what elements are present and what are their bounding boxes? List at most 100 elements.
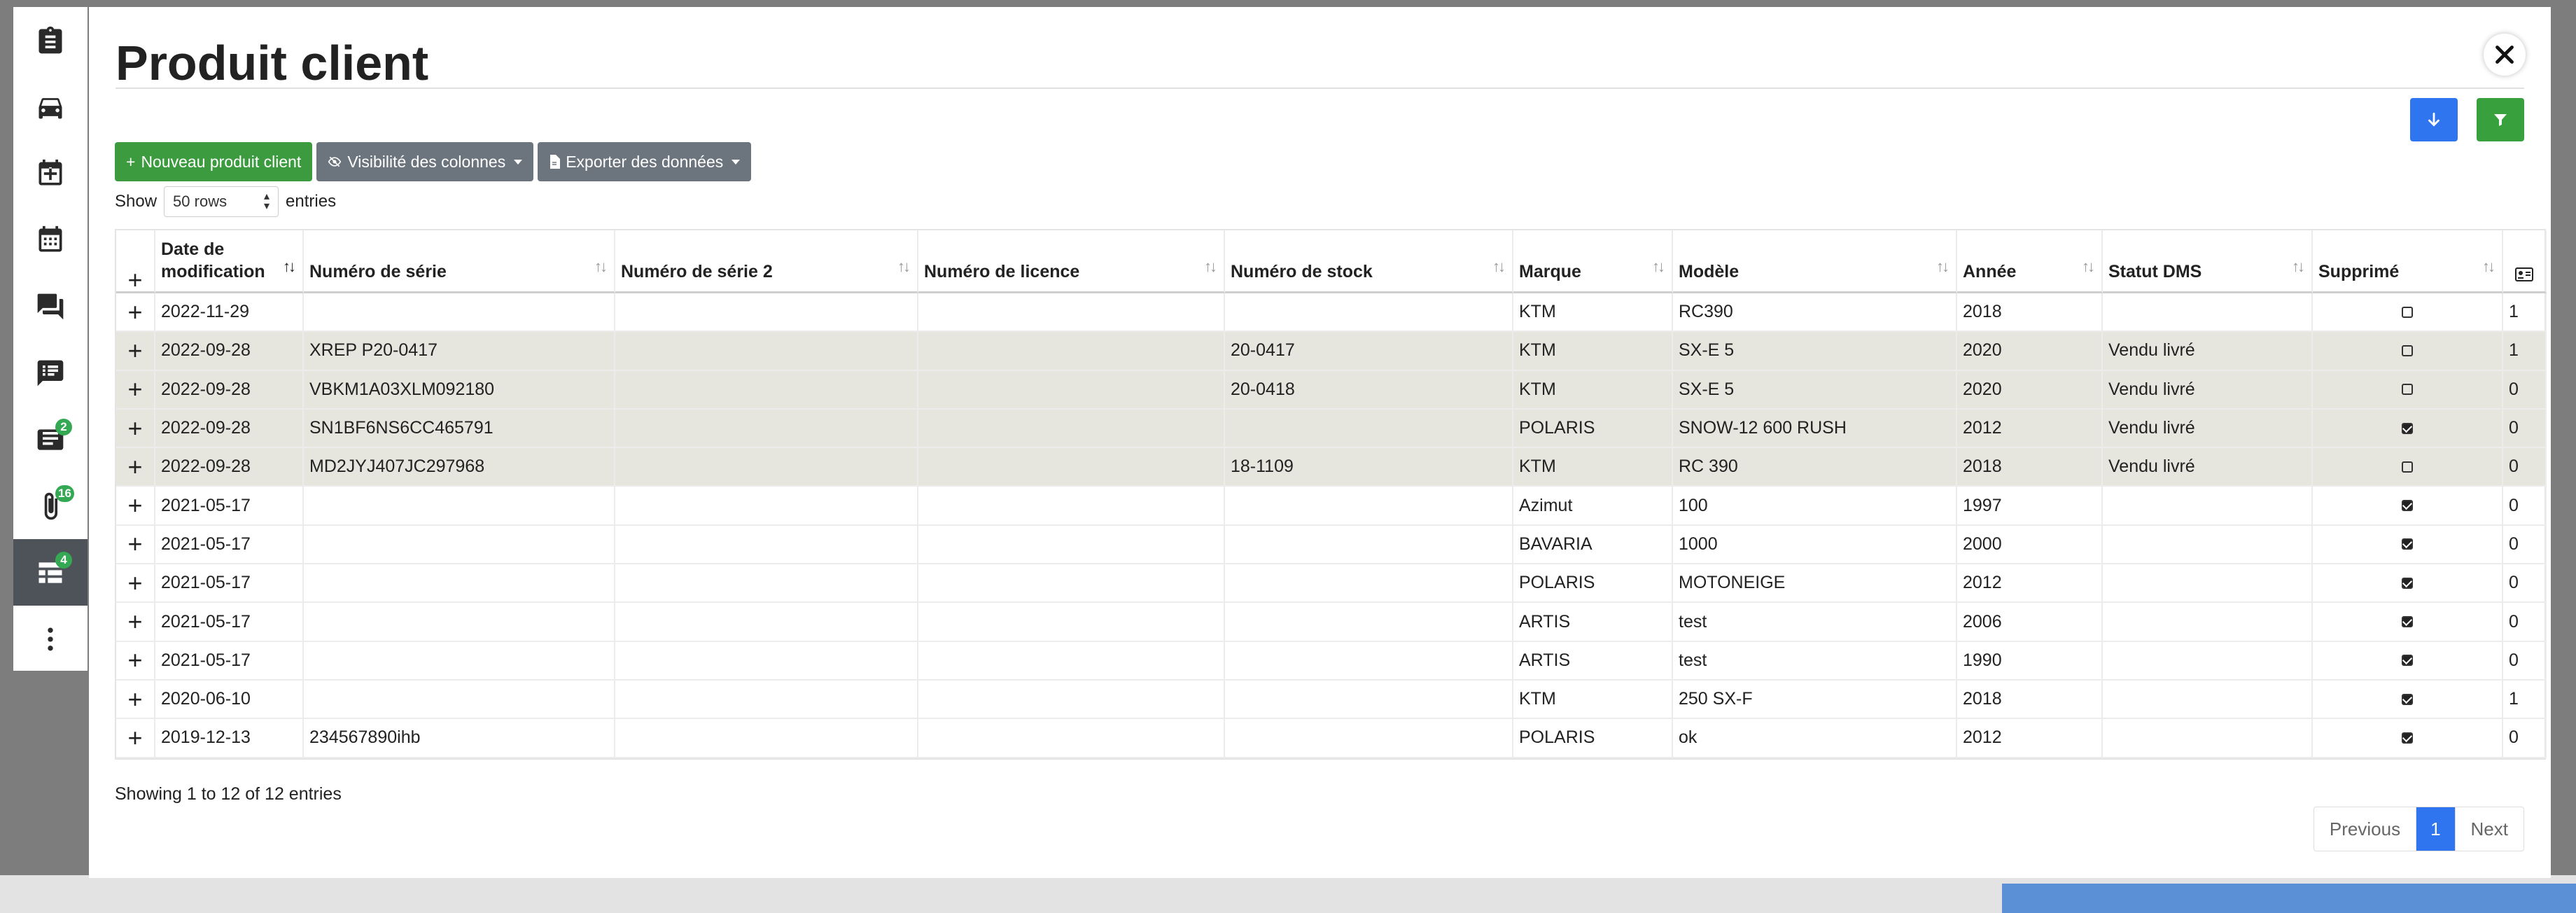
cell-serie2: [615, 332, 918, 371]
header-licence[interactable]: Numéro de licence ↑↓: [918, 230, 1225, 293]
cell-supprime: [2313, 564, 2503, 604]
table-badge: 4: [55, 552, 72, 569]
deleted-checkbox[interactable]: [2402, 655, 2413, 667]
filter-button[interactable]: [2477, 98, 2524, 141]
cell-annee: 1990: [1957, 641, 2103, 681]
expand-row-button[interactable]: +: [116, 641, 155, 681]
cell-modele: 250 SX-F: [1673, 680, 1957, 720]
deleted-checkbox[interactable]: [2402, 422, 2413, 434]
expand-row-button[interactable]: +: [116, 719, 155, 758]
expand-row-button[interactable]: +: [116, 525, 155, 565]
cell-serie: SN1BF6NS6CC465791: [304, 409, 615, 449]
header-stock[interactable]: Numéro de stock ↑↓: [1225, 230, 1513, 293]
cell-count: 0: [2503, 603, 2547, 642]
expand-all-header[interactable]: +: [116, 230, 155, 293]
header-date[interactable]: Date de modification ↑↓: [155, 230, 304, 293]
sidebar-item-chat[interactable]: [13, 273, 88, 340]
cell-modele: 100: [1673, 487, 1957, 526]
deleted-checkbox[interactable]: [2402, 577, 2413, 589]
sidebar-item-table[interactable]: 4: [13, 539, 88, 606]
cell-statut: [2103, 564, 2313, 604]
expand-row-button[interactable]: +: [116, 293, 155, 333]
file-export-icon: [550, 155, 561, 169]
cell-annee: 2012: [1957, 564, 2103, 604]
sort-icon: ↑↓: [1204, 258, 1217, 275]
deleted-checkbox[interactable]: [2402, 306, 2413, 318]
header-supprime[interactable]: Supprimé ↑↓: [2313, 230, 2503, 293]
header-modele[interactable]: Modèle ↑↓: [1673, 230, 1957, 293]
cell-annee: 1997: [1957, 487, 2103, 526]
header-card[interactable]: [2503, 230, 2547, 293]
page-button-current[interactable]: 1: [2416, 807, 2456, 851]
cell-date: 2019-12-13: [155, 719, 304, 758]
cell-marque: Azimut: [1513, 487, 1673, 526]
cell-date: 2021-05-17: [155, 564, 304, 604]
cell-statut: [2103, 603, 2313, 642]
expand-row-button[interactable]: +: [116, 370, 155, 410]
header-statut[interactable]: Statut DMS ↑↓: [2103, 230, 2313, 293]
sidebar-item-messages[interactable]: 2: [13, 406, 88, 473]
expand-row-button[interactable]: +: [116, 603, 155, 642]
deleted-checkbox[interactable]: [2402, 344, 2413, 356]
cell-serie: [304, 487, 615, 526]
next-page-button[interactable]: Next: [2456, 807, 2524, 851]
cell-date: 2022-09-28: [155, 409, 304, 449]
deleted-checkbox[interactable]: [2402, 538, 2413, 550]
header-serie[interactable]: Numéro de série ↑↓: [304, 230, 615, 293]
cell-annee: 2012: [1957, 409, 2103, 449]
expand-row-button[interactable]: +: [116, 564, 155, 604]
cell-marque: POLARIS: [1513, 719, 1673, 758]
cell-modele: SNOW-12 600 RUSH: [1673, 409, 1957, 449]
deleted-checkbox[interactable]: [2402, 500, 2413, 512]
cell-stock: [1225, 680, 1513, 720]
cell-licence: [918, 680, 1225, 720]
page-title: Produit client: [115, 36, 429, 90]
deleted-checkbox[interactable]: [2402, 693, 2413, 705]
header-annee[interactable]: Année ↑↓: [1957, 230, 2103, 293]
deleted-checkbox[interactable]: [2402, 616, 2413, 628]
sidebar-item-calendar[interactable]: [13, 207, 88, 273]
expand-row-button[interactable]: +: [116, 332, 155, 371]
cell-serie2: [615, 409, 918, 449]
expand-row-button[interactable]: +: [116, 409, 155, 449]
cell-date: 2022-11-29: [155, 293, 304, 333]
sidebar-item-attachments[interactable]: 16: [13, 473, 88, 539]
sidebar-item-add-event[interactable]: [13, 140, 88, 207]
expand-row-button[interactable]: +: [116, 487, 155, 526]
cell-supprime: [2313, 487, 2503, 526]
deleted-checkbox[interactable]: [2402, 461, 2413, 473]
header-marque[interactable]: Marque ↑↓: [1513, 230, 1673, 293]
cell-modele: RC 390: [1673, 448, 1957, 487]
cell-date: 2021-05-17: [155, 487, 304, 526]
previous-page-button[interactable]: Previous: [2314, 807, 2417, 851]
title-divider: [115, 88, 2524, 89]
sort-down-button[interactable]: [2410, 98, 2458, 141]
header-serie2[interactable]: Numéro de série 2 ↑↓: [615, 230, 918, 293]
cell-serie: [304, 564, 615, 604]
cell-serie2: [615, 448, 918, 487]
cell-supprime: [2313, 719, 2503, 758]
rows-per-page-select[interactable]: 50 rows ▴ ▾: [164, 186, 279, 217]
export-data-button[interactable]: Exporter des données: [538, 142, 752, 181]
cell-statut: [2103, 680, 2313, 720]
cell-serie: 234567890ihb: [304, 719, 615, 758]
expand-row-button[interactable]: +: [116, 448, 155, 487]
cell-count: 0: [2503, 370, 2547, 410]
car-icon: [38, 97, 62, 118]
product-modal: Produit client + Nouveau produit client …: [89, 7, 2551, 878]
sidebar-item-notes[interactable]: [13, 340, 88, 406]
sidebar-item-vehicles[interactable]: [13, 74, 88, 140]
sidebar-item-clipboard[interactable]: [13, 7, 88, 74]
more-vertical-icon: [48, 627, 53, 650]
deleted-checkbox[interactable]: [2402, 732, 2413, 744]
sidebar-item-more[interactable]: [13, 606, 88, 672]
cell-stock: [1225, 641, 1513, 681]
column-visibility-button[interactable]: Visibilité des colonnes: [316, 142, 534, 181]
cell-statut: Vendu livré: [2103, 409, 2313, 449]
cell-licence: [918, 719, 1225, 758]
expand-row-button[interactable]: +: [116, 680, 155, 720]
deleted-checkbox[interactable]: [2402, 384, 2413, 396]
close-button[interactable]: [2484, 34, 2526, 76]
new-product-button[interactable]: + Nouveau produit client: [115, 142, 313, 181]
cell-statut: [2103, 641, 2313, 681]
